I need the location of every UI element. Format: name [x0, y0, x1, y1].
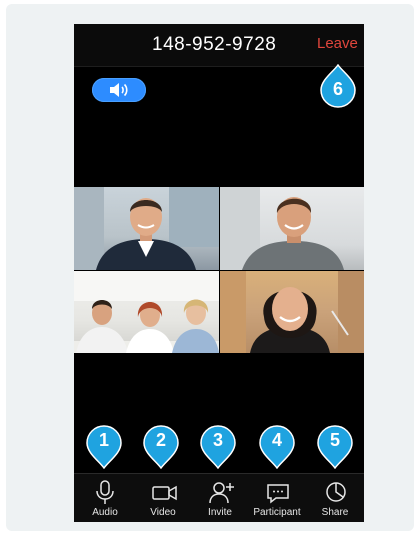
video-grid [74, 187, 364, 353]
callout-pin-2: 2 [143, 425, 179, 469]
invite-button[interactable]: Invite [191, 474, 249, 522]
invite-button-label: Invite [208, 507, 232, 518]
participant-video [220, 271, 364, 353]
callout-pin-4: 4 [259, 425, 295, 469]
audio-button[interactable]: Audio [76, 474, 134, 522]
participant-video [220, 187, 344, 270]
participant-video [74, 271, 219, 353]
audio-button-label: Audio [92, 507, 118, 518]
callout-pin-6: 6 [320, 64, 356, 108]
share-button-label: Share [321, 507, 349, 518]
callout-pin-1: 1 [86, 425, 122, 469]
video-button-label: Video [150, 507, 176, 518]
participant-video-tile[interactable] [220, 187, 364, 270]
callout-number: 4 [271, 430, 282, 450]
top-bar: 148-952-9728 Leave [74, 24, 364, 67]
participant-button-label: Participant [253, 507, 301, 518]
participant-button[interactable]: Participant [248, 474, 306, 522]
meeting-id: 148-952-9728 [152, 34, 277, 55]
participant-video-tile[interactable] [74, 187, 219, 270]
speaker-icon [110, 83, 128, 97]
participant-video [74, 187, 219, 270]
share-button[interactable]: Share [306, 474, 364, 522]
chat-icon [267, 484, 289, 504]
callout-pin-5: 5 [317, 425, 353, 469]
microphone-icon [96, 480, 114, 504]
meeting-toolbar: Audio Video Invite Participant Share [74, 473, 364, 522]
callout-number: 5 [329, 430, 340, 450]
share-icon [326, 482, 346, 502]
callout-number: 2 [155, 430, 166, 450]
add-user-icon [209, 482, 234, 504]
participant-video-tile[interactable] [220, 271, 364, 353]
callout-number: 3 [212, 430, 223, 450]
audio-status-button[interactable] [92, 78, 146, 102]
callout-pin-3: 3 [200, 425, 236, 469]
video-button[interactable]: Video [134, 474, 192, 522]
callout-number: 6 [332, 79, 343, 99]
video-camera-icon [152, 485, 177, 501]
participant-video-tile[interactable] [74, 271, 219, 353]
callout-number: 1 [98, 430, 109, 450]
leave-button[interactable]: Leave [317, 35, 358, 52]
